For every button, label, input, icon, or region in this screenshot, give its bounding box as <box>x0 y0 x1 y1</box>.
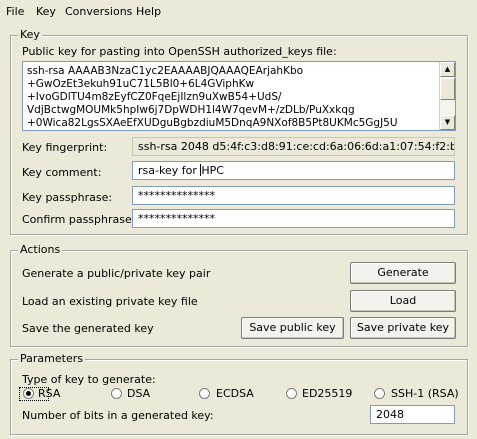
radio-selected-dot <box>26 391 31 396</box>
parameters-group-legend: Parameters <box>18 352 85 365</box>
public-key-label: Public key for pasting into OpenSSH auth… <box>22 45 337 58</box>
radio-ecdsa[interactable] <box>199 388 210 399</box>
key-group-legend: Key <box>18 28 42 41</box>
comment-text: rsa-key for <box>138 164 201 177</box>
confirm-label: Confirm passphrase: <box>22 213 136 226</box>
radio-dsa[interactable] <box>111 388 122 399</box>
bits-value: 2048 <box>376 408 404 421</box>
fingerprint-label: Key fingerprint: <box>22 141 108 154</box>
fingerprint-field[interactable]: ssh-rsa 2048 d5:4f:c3:d8:91:ce:cd:6a:06:… <box>132 137 455 156</box>
passphrase-field[interactable]: ************** <box>132 186 455 205</box>
public-key-line: +IvoGDlTU4m8zEyfCZ0FqeEjIlzn9uXwB54+UdS/ <box>27 91 282 103</box>
radio-ed25519-label[interactable]: ED25519 <box>302 387 352 400</box>
comment-label: Key comment: <box>22 166 102 179</box>
confirm-field[interactable]: ************** <box>132 209 455 228</box>
public-key-textarea[interactable]: ssh-rsa AAAAB3NzaC1yc2EAAAABJQAAAQEArjah… <box>22 61 456 131</box>
scroll-up-icon[interactable]: ▲ <box>440 62 455 77</box>
save-text: Save the generated key <box>22 322 154 335</box>
radio-ssh1-rsa-label[interactable]: SSH-1 (RSA) <box>391 387 459 400</box>
load-text: Load an existing private key file <box>22 295 198 308</box>
comment-text-tail: HPC <box>201 164 224 177</box>
bits-field[interactable]: 2048 <box>370 405 455 424</box>
bits-label: Number of bits in a generated key: <box>22 409 214 422</box>
radio-dsa-label[interactable]: DSA <box>127 387 150 400</box>
public-key-scrollbar[interactable]: ▲ ▼ <box>439 62 455 130</box>
menu-key[interactable]: Key <box>36 5 56 18</box>
menu-file[interactable]: File <box>6 5 24 18</box>
scroll-down-icon[interactable]: ▼ <box>440 115 455 130</box>
generate-button[interactable]: Generate <box>350 262 456 284</box>
radio-ssh1-rsa[interactable] <box>374 388 385 399</box>
comment-field[interactable]: rsa-key for HPC <box>132 161 455 180</box>
public-key-line: VdjBctwgMOUMk5hpIw6j7DpWDH1l4W7qevM+/zDL… <box>27 104 355 116</box>
key-type-label: Type of key to generate: <box>22 373 156 386</box>
save-private-key-button[interactable]: Save private key <box>350 317 456 339</box>
public-key-line: +GwOzEt3ekuh91uC71L5Bl0+6L4GViphKw <box>27 78 255 90</box>
radio-rsa[interactable] <box>23 388 34 399</box>
menu-bar: File Key Conversions Help <box>0 0 477 22</box>
passphrase-value: ************** <box>138 189 215 202</box>
actions-group-legend: Actions <box>18 243 63 256</box>
confirm-value: ************** <box>138 212 215 225</box>
fingerprint-value: ssh-rsa 2048 d5:4f:c3:d8:91:ce:cd:6a:06:… <box>138 140 455 153</box>
menu-conversions[interactable]: Conversions <box>65 5 132 18</box>
generate-text: Generate a public/private key pair <box>22 267 211 280</box>
scroll-thumb[interactable] <box>440 78 455 100</box>
passphrase-label: Key passphrase: <box>22 191 113 204</box>
radio-ed25519[interactable] <box>286 388 297 399</box>
save-public-key-button[interactable]: Save public key <box>241 317 344 339</box>
menu-help[interactable]: Help <box>136 5 161 18</box>
load-button[interactable]: Load <box>350 290 456 312</box>
public-key-line: +0Wica82LgsSXAeEfXUDguBgbzdiuM5DnqA9NXof… <box>27 117 398 129</box>
radio-ecdsa-label[interactable]: ECDSA <box>216 387 254 400</box>
public-key-line: ssh-rsa AAAAB3NzaC1yc2EAAAABJQAAAQEArjah… <box>27 65 304 77</box>
radio-rsa-label[interactable]: RSA <box>38 387 60 400</box>
